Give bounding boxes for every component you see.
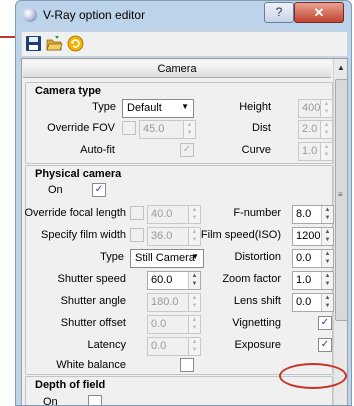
focal-length-spinbox[interactable]: 40.0 ▲ ▼ <box>147 205 201 224</box>
toolbar <box>21 31 348 57</box>
vignetting-checkbox[interactable]: ✓ <box>318 316 332 330</box>
spin-arrows-icon[interactable]: ▲ ▼ <box>188 338 200 355</box>
group-title: Physical camera <box>35 168 122 180</box>
film-speed-spinbox[interactable]: 1200.0 ▲ ▼ <box>292 227 334 246</box>
distortion-label: Distortion <box>234 251 281 263</box>
override-fov-label: Override FOV <box>47 122 115 134</box>
autofit-label: Auto-fit <box>80 144 115 156</box>
height-label: Height <box>239 101 271 113</box>
lens-shift-label: Lens shift <box>233 295 281 307</box>
spin-arrows-icon[interactable]: ▲ ▼ <box>183 121 195 138</box>
fov-spinbox[interactable]: 45.0 ▲ ▼ <box>139 120 196 139</box>
settings-panel: Camera ▲ ≡ Camera type Type Default ▼ He… <box>21 58 348 406</box>
film-width-checkbox[interactable] <box>130 228 144 242</box>
white-balance-label: White balance <box>56 359 126 371</box>
film-width-spinbox[interactable]: 36.0 ▲ ▼ <box>147 227 201 246</box>
option-editor-window: V-Ray option editor ? ✕ Camera ▲ ≡ Camer… <box>15 0 352 406</box>
depth-of-field-on-checkbox[interactable] <box>88 395 102 405</box>
dist-label: Dist <box>252 122 271 134</box>
spin-arrows-icon[interactable]: ▲ ▼ <box>321 272 333 289</box>
vertical-scrollbar[interactable]: ▲ ≡ <box>333 59 347 405</box>
distortion-spinbox[interactable]: 0.0 ▲ ▼ <box>292 249 334 268</box>
lens-shift-spinbox[interactable]: 0.0 ▲ ▼ <box>292 293 334 312</box>
curve-spinbox[interactable]: 1.0 ▲ ▼ <box>298 142 333 161</box>
latency-spinbox[interactable]: 0.0 ▲ ▼ <box>147 337 201 356</box>
group-title: Depth of field <box>35 379 106 391</box>
dist-spinbox[interactable]: 2.0 ▲ ▼ <box>298 120 333 139</box>
floppy-disk-icon[interactable] <box>25 35 42 52</box>
camera-type-group: Camera type Type Default ▼ Height 400.0 … <box>25 82 333 164</box>
annotation-ellipse <box>279 363 347 389</box>
chevron-down-icon: ▼ <box>181 102 189 111</box>
spin-arrows-icon[interactable]: ▲ ▼ <box>320 143 332 160</box>
shutter-offset-spinbox[interactable]: 0.0 ▲ ▼ <box>147 315 201 334</box>
height-spinbox[interactable]: 400.0 ▲ ▼ <box>298 99 333 118</box>
shutter-offset-label: Shutter offset <box>60 317 126 329</box>
spin-arrows-icon[interactable]: ▲ ▼ <box>320 100 332 117</box>
type-label: Type <box>92 101 116 113</box>
spin-arrows-icon[interactable]: ▲ ▼ <box>188 294 200 311</box>
fnumber-label: F-number <box>233 207 281 219</box>
open-folder-icon[interactable] <box>46 35 63 52</box>
shutter-angle-label: Shutter angle <box>60 295 126 307</box>
spin-arrows-icon[interactable]: ▲ ▼ <box>188 272 200 289</box>
camera-kind-label: Type <box>100 251 124 263</box>
window-title: V-Ray option editor <box>43 8 146 22</box>
vignetting-label: Vignetting <box>232 317 281 329</box>
shutter-speed-label: Shutter speed <box>57 273 127 285</box>
physical-camera-group: Physical camera On ✓ Override focal leng… <box>25 165 334 375</box>
exposure-checkbox[interactable]: ✓ <box>318 338 332 352</box>
title-bar[interactable]: V-Ray option editor ? ✕ <box>16 1 351 29</box>
curve-label: Curve <box>241 144 271 156</box>
zoom-factor-label: Zoom factor <box>222 273 281 285</box>
latency-label: Latency <box>87 339 126 351</box>
help-button[interactable]: ? <box>264 2 294 23</box>
spin-arrows-icon[interactable]: ▲ ▼ <box>320 121 332 138</box>
override-focal-label: Override focal length <box>24 207 127 219</box>
on-label: On <box>43 396 58 406</box>
shutter-speed-spinbox[interactable]: 60.0 ▲ ▼ <box>147 271 201 290</box>
grip-icon: ≡ <box>338 190 343 199</box>
zoom-factor-spinbox[interactable]: 1.0 ▲ ▼ <box>292 271 334 290</box>
spin-arrows-icon[interactable]: ▲ ▼ <box>321 228 333 245</box>
chevron-down-icon: ▼ <box>191 252 199 261</box>
physical-camera-on-checkbox[interactable]: ✓ <box>92 183 106 197</box>
exposure-label: Exposure <box>234 339 281 351</box>
fnumber-spinbox[interactable]: 8.0 ▲ ▼ <box>292 205 334 224</box>
shutter-angle-spinbox[interactable]: 180.0 ▲ ▼ <box>147 293 201 312</box>
close-button[interactable]: ✕ <box>294 2 344 23</box>
film-speed-label: Film speed(ISO) <box>200 229 281 241</box>
section-header-camera[interactable]: Camera <box>23 61 331 78</box>
refresh-icon[interactable] <box>67 35 84 52</box>
spin-arrows-icon[interactable]: ▲ ▼ <box>321 294 333 311</box>
on-label: On <box>48 184 63 196</box>
override-focal-checkbox[interactable] <box>130 206 144 220</box>
spin-arrows-icon[interactable]: ▲ ▼ <box>188 206 200 223</box>
camera-kind-select[interactable]: Still Camera ▼ <box>130 249 204 268</box>
vray-app-icon <box>23 8 37 22</box>
scroll-up-icon[interactable]: ▲ <box>337 63 345 72</box>
white-balance-checkbox[interactable] <box>180 358 194 372</box>
group-title: Camera type <box>35 85 102 97</box>
override-fov-checkbox[interactable] <box>122 121 136 135</box>
camera-type-select[interactable]: Default ▼ <box>122 99 194 118</box>
spin-arrows-icon[interactable]: ▲ ▼ <box>321 206 333 223</box>
autofit-checkbox[interactable]: ✓ <box>180 143 194 157</box>
spin-arrows-icon[interactable]: ▲ ▼ <box>188 316 200 333</box>
spin-arrows-icon[interactable]: ▲ ▼ <box>321 250 333 267</box>
film-width-label: Specify film width <box>41 229 126 241</box>
scroll-thumb[interactable]: ≡ <box>335 79 347 321</box>
